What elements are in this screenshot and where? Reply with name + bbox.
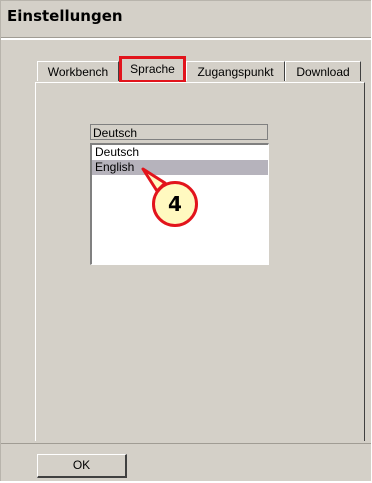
tab-download[interactable]: Download xyxy=(285,61,361,81)
tab-workbench[interactable]: Workbench xyxy=(37,61,119,81)
tab-zugangspunkt[interactable]: Zugangspunkt xyxy=(186,61,285,81)
settings-dialog: Einstellungen Workbench Sprache Zugangsp… xyxy=(0,0,371,481)
step-callout-badge: 4 xyxy=(152,181,198,227)
list-item-deutsch[interactable]: Deutsch xyxy=(92,145,268,160)
ok-button[interactable]: OK xyxy=(37,454,127,478)
list-item-english[interactable]: English xyxy=(92,160,268,175)
dialog-title: Einstellungen xyxy=(7,7,123,25)
footer-divider xyxy=(1,443,371,444)
title-divider xyxy=(1,37,371,40)
tab-sprache[interactable]: Sprache xyxy=(119,56,186,83)
language-selected-value[interactable]: Deutsch xyxy=(90,124,268,140)
